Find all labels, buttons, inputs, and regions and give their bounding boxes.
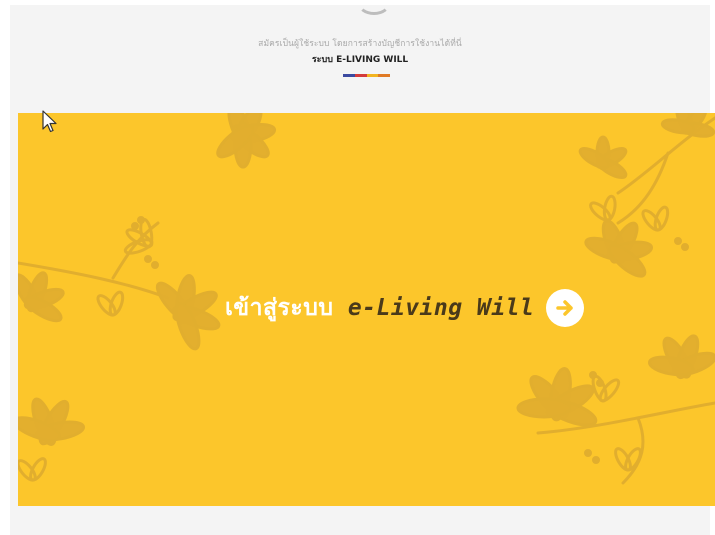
signup-subtitle: สมัครเป็นผู้ใช้ระบบ โดยการสร้างบัญชีการใ… bbox=[258, 39, 462, 49]
color-segment bbox=[343, 74, 355, 77]
color-segment bbox=[366, 74, 379, 77]
enter-system-label[interactable]: เข้าสู่ระบบ e-Living Will bbox=[225, 290, 534, 326]
color-segment bbox=[378, 74, 390, 77]
enter-system-link[interactable]: เข้าสู่ระบบ e-Living Will bbox=[225, 289, 585, 327]
mouse-cursor-icon bbox=[42, 110, 57, 133]
system-title: ระบบ E-LIVING WILL bbox=[311, 55, 409, 65]
top-circle-decoration bbox=[357, 0, 391, 15]
color-segment bbox=[354, 74, 367, 77]
enter-system-english: e-Living Will bbox=[347, 295, 535, 321]
color-divider bbox=[343, 74, 390, 77]
page: สมัครเป็นผู้ใช้ระบบ โดยการสร้างบัญชีการใ… bbox=[0, 0, 715, 535]
enter-system-thai: เข้าสู่ระบบ bbox=[225, 295, 334, 321]
arrow-right-glyph bbox=[556, 300, 574, 316]
login-banner[interactable]: เข้าสู่ระบบ e-Living Will bbox=[18, 113, 715, 506]
arrow-right-circle-icon[interactable] bbox=[546, 289, 585, 327]
